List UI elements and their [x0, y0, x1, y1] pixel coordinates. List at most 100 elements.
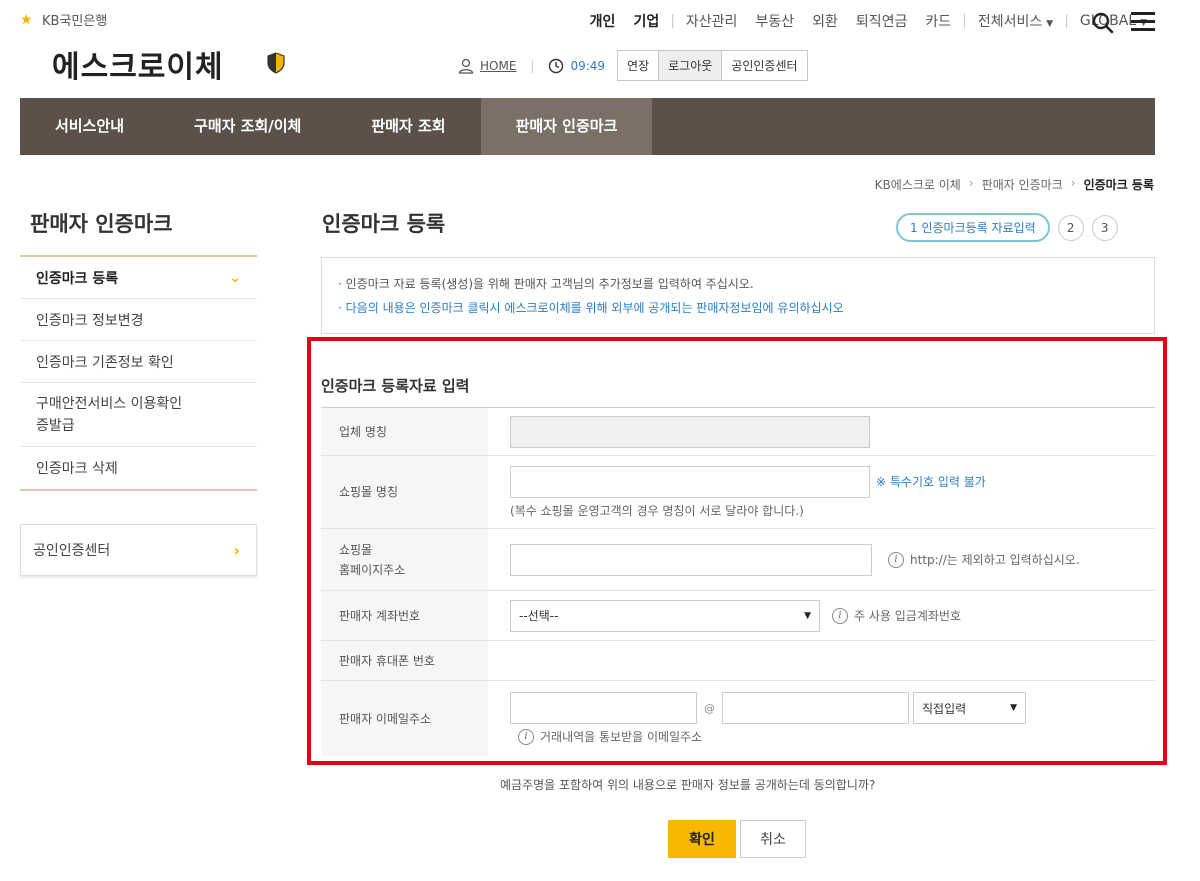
sidebar-item-label: 인증마크 삭제 — [36, 461, 118, 477]
kb-logo[interactable]: ★ KB국민은행 — [20, 10, 108, 30]
page-title: 인증마크 등록 — [322, 212, 446, 236]
email-domain-select[interactable]: 직접입력 ▼ — [913, 692, 1026, 724]
home-link[interactable]: HOME — [458, 58, 516, 74]
topnav-all-services[interactable]: 전체서비스 ▼ — [969, 11, 1062, 31]
cancel-button[interactable]: 취소 — [740, 820, 806, 858]
sidebar-item-label: 인증마크 기존정보 확인 — [36, 354, 174, 371]
account-select-value: --선택-- — [519, 609, 559, 623]
email-domain-input[interactable] — [722, 692, 909, 724]
form-label: 쇼핑몰 홈페이지주소 — [321, 529, 488, 590]
email-local-input[interactable] — [510, 692, 697, 724]
dropdown-arrow-icon: ▼ — [1010, 703, 1017, 713]
divider: | — [962, 13, 967, 29]
notice-box: · 인증마크 자료 등록(생성)을 위해 판매자 고객님의 추가정보를 입력하여… — [321, 257, 1155, 334]
form-row-company: 업체 명칭 — [321, 408, 1155, 456]
form-row-mall: 쇼핑몰 명칭 ※ 특수기호 입력 불가 (복수 쇼핑몰 운영고객의 경우 명칭이… — [321, 456, 1155, 529]
shield-icon — [267, 52, 285, 74]
mainnav-seller-lookup[interactable]: 판매자 조회 — [336, 98, 480, 155]
notice-line-highlight: · 다음의 내용은 인증마크 클릭시 에스크로이체를 위해 외부에 공개되는 판… — [338, 301, 844, 315]
clock-icon — [549, 58, 564, 73]
form-label: 판매자 이메일주소 — [321, 681, 488, 756]
mall-name-input[interactable] — [510, 465, 870, 498]
sidebar-item-view-info[interactable]: 인증마크 기존정보 확인 — [20, 341, 257, 383]
info-icon: i — [832, 607, 848, 624]
email-at-sign: @ — [704, 701, 715, 715]
top-nav: 개인 기업 | 자산관리 부동산 외환 퇴직연금 카드 | 전체서비스 ▼ | G… — [581, 11, 1156, 31]
divider: | — [1064, 13, 1069, 29]
info-icon: i — [518, 728, 534, 745]
company-name-input — [510, 415, 870, 448]
divider: | — [670, 13, 675, 29]
extend-button[interactable]: 연장 — [618, 51, 660, 80]
multi-mall-hint: (복수 쇼핑몰 운영고객의 경우 명칭이 서로 달라야 합니다.) — [510, 503, 804, 518]
form-row-email: 판매자 이메일주소 @ 직접입력 ▼ i 거래내역을 통보받을 이메일주소 — [321, 681, 1155, 756]
sidebar-cert-center[interactable]: 공인인증센터 › — [20, 524, 257, 576]
brand-title: 에스크로이체 — [52, 50, 224, 85]
form-title: 인증마크 등록자료 입력 — [321, 377, 470, 395]
mainnav-service-info[interactable]: 서비스안내 — [20, 98, 159, 155]
email-hint: i 거래내역을 통보받을 이메일주소 — [518, 728, 1155, 745]
sidebar-item-delete[interactable]: 인증마크 삭제 — [20, 447, 257, 489]
chevron-right-icon: › — [1070, 176, 1076, 190]
topnav-fx[interactable]: 외환 — [803, 11, 847, 31]
cert-center-button[interactable]: 공인인증센터 — [722, 51, 807, 80]
logout-button[interactable]: 로그아웃 — [659, 51, 723, 80]
mainnav-buyer[interactable]: 구매자 조회/이체 — [159, 98, 336, 155]
topnav-card[interactable]: 카드 — [916, 11, 960, 31]
topnav-pension[interactable]: 퇴직연금 — [847, 11, 917, 31]
kb-star-icon: ★ — [20, 11, 33, 28]
breadcrumb-current: 인증마크 등록 — [1083, 178, 1154, 192]
sidebar-item-certificate[interactable]: 구매안전서비스 이용확인 증발급 — [20, 383, 257, 447]
sidebar-item-edit[interactable]: 인증마크 정보변경 — [20, 299, 257, 341]
step-3: 3 — [1091, 214, 1118, 241]
account-hint: i 주 사용 입금계좌번호 — [832, 607, 961, 624]
info-icon: i — [888, 551, 904, 568]
chevron-down-icon: ⌄ — [229, 269, 241, 286]
breadcrumb-item[interactable]: 판매자 인증마크 — [982, 176, 1063, 193]
session-buttons: 연장 로그아웃 공인인증센터 — [617, 50, 808, 81]
search-icon[interactable] — [1092, 12, 1114, 34]
sidebar-item-label: 구매안전서비스 이용확인 증발급 — [36, 395, 183, 434]
special-char-hint: ※ 특수기호 입력 불가 — [876, 475, 986, 489]
sidebar-item-label: 인증마크 등록 — [36, 270, 119, 287]
session-bar: HOME | 09:49 연장 로그아웃 공인인증센터 — [458, 50, 808, 81]
mainnav-seller-certmark[interactable]: 판매자 인증마크 — [480, 98, 653, 155]
homepage-hint-text: http://는 제외하고 입력하십시오. — [910, 553, 1080, 567]
sidebar-item-label: 인증마크 정보변경 — [36, 312, 144, 329]
topnav-corporate[interactable]: 기업 — [624, 11, 668, 31]
breadcrumb-item[interactable]: KB에스크로 이체 — [875, 176, 961, 193]
breadcrumb: KB에스크로 이체 › 판매자 인증마크 › 인증마크 등록 — [875, 176, 1154, 193]
topnav-realestate[interactable]: 부동산 — [746, 11, 803, 31]
form-label: 판매자 계좌번호 — [321, 591, 488, 640]
cert-center-label: 공인인증센터 — [33, 543, 111, 559]
logo-text: KB국민은행 — [42, 14, 108, 29]
email-domain-select-value: 직접입력 — [922, 701, 967, 716]
user-icon — [458, 58, 474, 74]
form-label: 판매자 휴대폰 번호 — [321, 641, 488, 680]
form-row-account: 판매자 계좌번호 --선택-- ▼ i 주 사용 입금계좌번호 — [321, 591, 1155, 641]
notice-line: · 인증마크 자료 등록(생성)을 위해 판매자 고객님의 추가정보를 입력하여… — [338, 277, 754, 291]
sidebar-title: 판매자 인증마크 — [30, 212, 173, 236]
caret-down-icon: ▼ — [1046, 19, 1054, 29]
dropdown-arrow-icon: ▼ — [804, 610, 811, 621]
sidebar-item-register[interactable]: 인증마크 등록 ⌄ — [20, 257, 257, 299]
form-row-phone: 판매자 휴대폰 번호 — [321, 641, 1155, 681]
form-label: 쇼핑몰 명칭 — [321, 456, 488, 528]
form-label: 업체 명칭 — [321, 408, 488, 455]
homepage-hint: i http://는 제외하고 입력하십시오. — [888, 551, 1080, 568]
homepage-url-input[interactable] — [510, 543, 872, 576]
main-nav: 서비스안내 구매자 조회/이체 판매자 조회 판매자 인증마크 — [20, 98, 1155, 155]
topnav-wealth[interactable]: 자산관리 — [677, 11, 747, 31]
session-timer: 09:49 — [548, 58, 605, 74]
home-label: HOME — [480, 58, 517, 73]
form-row-homepage: 쇼핑몰 홈페이지주소 i http://는 제외하고 입력하십시오. — [321, 529, 1155, 591]
topnav-personal[interactable]: 개인 — [581, 11, 625, 31]
chevron-right-icon: › — [968, 176, 974, 190]
sidebar-menu: 인증마크 등록 ⌄ 인증마크 정보변경 인증마크 기존정보 확인 구매안전서비스… — [20, 255, 257, 491]
account-select[interactable]: --선택-- ▼ — [510, 599, 820, 632]
email-hint-text: 거래내역을 통보받을 이메일주소 — [540, 730, 703, 744]
account-hint-text: 주 사용 입금계좌번호 — [854, 609, 961, 623]
confirm-button[interactable]: 확인 — [668, 820, 736, 858]
hamburger-menu-icon[interactable] — [1131, 12, 1155, 32]
agreement-text: 예금주명을 포함하여 위의 내용으로 판매자 정보를 공개하는데 동의합니까? — [500, 778, 876, 792]
